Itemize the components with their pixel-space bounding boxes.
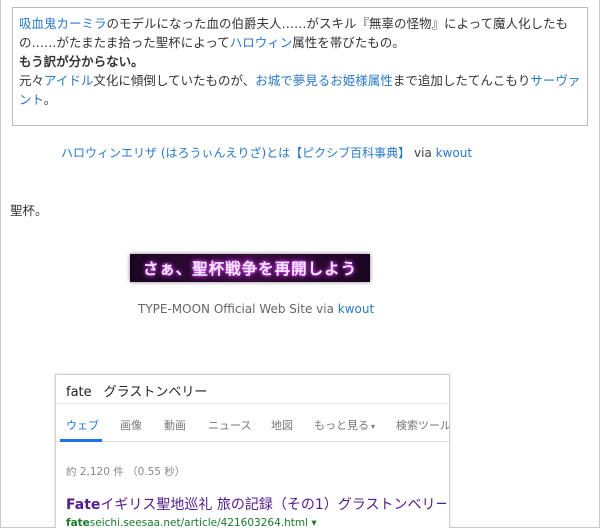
quoted-excerpt: 吸血鬼カーミラのモデルになった血の伯爵夫人……がスキル『無辜の怪物』によって魔人… [12, 7, 588, 126]
result-title-link[interactable]: Fateイギリス聖地巡礼 旅の記録（その1）グラストンベリー… [66, 494, 446, 514]
active-tab-indicator [60, 439, 102, 442]
tab-more[interactable]: もっと見る ▾ [314, 417, 375, 433]
result-title-bold: Fate [66, 497, 101, 513]
link-idol[interactable]: アイドル [44, 73, 93, 88]
tab-news[interactable]: ニュース [208, 417, 251, 433]
tab-maps[interactable]: 地図 [271, 417, 293, 433]
search-query[interactable]: fate グラストンベリー [66, 381, 207, 400]
quote-text: まで追加したてんこもり [392, 73, 531, 88]
link-halloween[interactable]: ハロウィン [230, 35, 293, 50]
query-term: fate [66, 385, 92, 400]
result-title-text: イギリス聖地巡礼 旅の記録（その1）グラストンベリー… [100, 497, 446, 513]
caption-source-link[interactable]: ハロウィンエリザ (はろうぃんえりざ)とは【ピクシブ百科事典】 [61, 146, 410, 160]
banner-text: さぁ、聖杯戦争を再開しよう [142, 259, 358, 278]
typemoon-banner-image[interactable]: さぁ、聖杯戦争を再開しよう [130, 254, 370, 282]
kwout-caption-typemoon: TYPE-MOON Official Web Site via kwout [138, 302, 374, 316]
kwout-caption-pixiv: ハロウィンエリザ (はろうぃんえりざ)とは【ピクシブ百科事典】 via kwou… [61, 144, 472, 161]
quote-text: のモデルになった血の伯爵夫人……がスキル『無辜の怪物』によって魔人化したも [106, 16, 569, 31]
caption-source-title[interactable]: TYPE-MOON Official Web Site [138, 302, 312, 316]
result-stats: 約 2,120 件 （0.55 秒） [66, 466, 186, 478]
quote-line-3: もう訳が分からない。 [19, 54, 144, 69]
quote-text: 。 [43, 92, 57, 107]
result-url-text: seichi.seesaa.net/article/421603264.html… [89, 517, 317, 528]
tab-videos[interactable]: 動画 [164, 417, 186, 433]
quote-text: 属性を帯びたもの。 [292, 35, 405, 50]
quote-line-1: 吸血鬼カーミラのモデルになった血の伯爵夫人……がスキル『無辜の怪物』によって魔人… [19, 14, 581, 33]
quote-text: 元々 [19, 73, 45, 88]
search-results-screenshot: fate グラストンベリー ウェブ 画像 動画 ニュース 地図 もっと見る ▾ 検索… [55, 374, 450, 528]
quote-line-2: の……がたまたま拾った聖杯によってハロウィン属性を帯びたもの。 [19, 33, 581, 52]
quote-text: の……がたまたま拾った聖杯によって [19, 35, 230, 50]
tab-search-tools[interactable]: 検索ツール [396, 417, 449, 433]
link-princess-attribute[interactable]: お城で夢見るお姫様属性 [255, 73, 393, 88]
link-carmilla[interactable]: 吸血鬼カーミラ [19, 16, 107, 31]
kwout-link[interactable]: kwout [436, 146, 472, 160]
body-paragraph: 聖杯。 [10, 203, 48, 218]
result-url: fateseichi.seesaa.net/article/421603264.… [66, 517, 317, 528]
quote-line-4: 元々アイドル文化に傾倒していたものが、お城で夢見るお姫様属性まで追加したてんこも… [19, 71, 581, 109]
tab-images[interactable]: 画像 [120, 417, 142, 433]
chevron-down-icon: ▾ [371, 422, 376, 431]
kwout-link[interactable]: kwout [338, 302, 374, 316]
tab-web[interactable]: ウェブ [66, 417, 99, 433]
query-term: グラストンベリー [103, 385, 208, 400]
caption-via: via [316, 302, 334, 316]
tab-more-label: もっと見る [314, 419, 369, 432]
search-tabs: ウェブ 画像 動画 ニュース 地図 もっと見る ▾ 検索ツール [56, 404, 449, 442]
result-url-bold: fate [66, 517, 90, 528]
quote-text: 文化に傾倒していたものが、 [93, 73, 256, 88]
caption-via: via [414, 146, 432, 160]
